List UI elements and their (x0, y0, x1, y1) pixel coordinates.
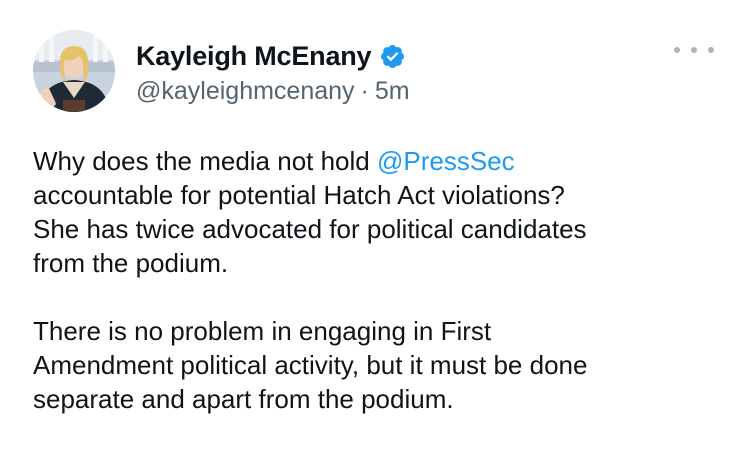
text-line: from the podium. (33, 248, 229, 278)
tweet: Kayleigh McEnany @kayleighmcenany · 5m W… (0, 0, 750, 461)
avatar-image (33, 30, 115, 112)
timestamp[interactable]: 5m (375, 77, 410, 106)
more-options-icon[interactable] (672, 40, 716, 60)
tweet-text: Why does the media not hold @PressSec ac… (33, 144, 733, 416)
author-handle-row: @kayleighmcenany · 5m (136, 75, 410, 107)
text-line: There is no problem in engaging in First (33, 316, 492, 346)
avatar[interactable] (33, 30, 115, 112)
text-line: accountable for potential Hatch Act viol… (33, 180, 565, 210)
author-name-row: Kayleigh McEnany (136, 38, 406, 74)
text-line: separate and apart from the podium. (33, 384, 454, 414)
author-display-name[interactable]: Kayleigh McEnany (136, 41, 372, 72)
mention-link[interactable]: @PressSec (377, 146, 515, 176)
more-dot (708, 47, 714, 53)
text-line: She has twice advocated for political ca… (33, 214, 587, 244)
author-handle[interactable]: @kayleighmcenany (136, 77, 355, 106)
separator-dot: · (360, 76, 369, 105)
more-dot (691, 47, 697, 53)
verified-badge-icon (379, 43, 406, 70)
text-line: Why does the media not hold @PressSec (33, 144, 733, 178)
more-dot (674, 47, 680, 53)
text-line: Amendment political activity, but it mus… (33, 350, 588, 380)
text-segment: Why does the media not hold (33, 146, 377, 176)
